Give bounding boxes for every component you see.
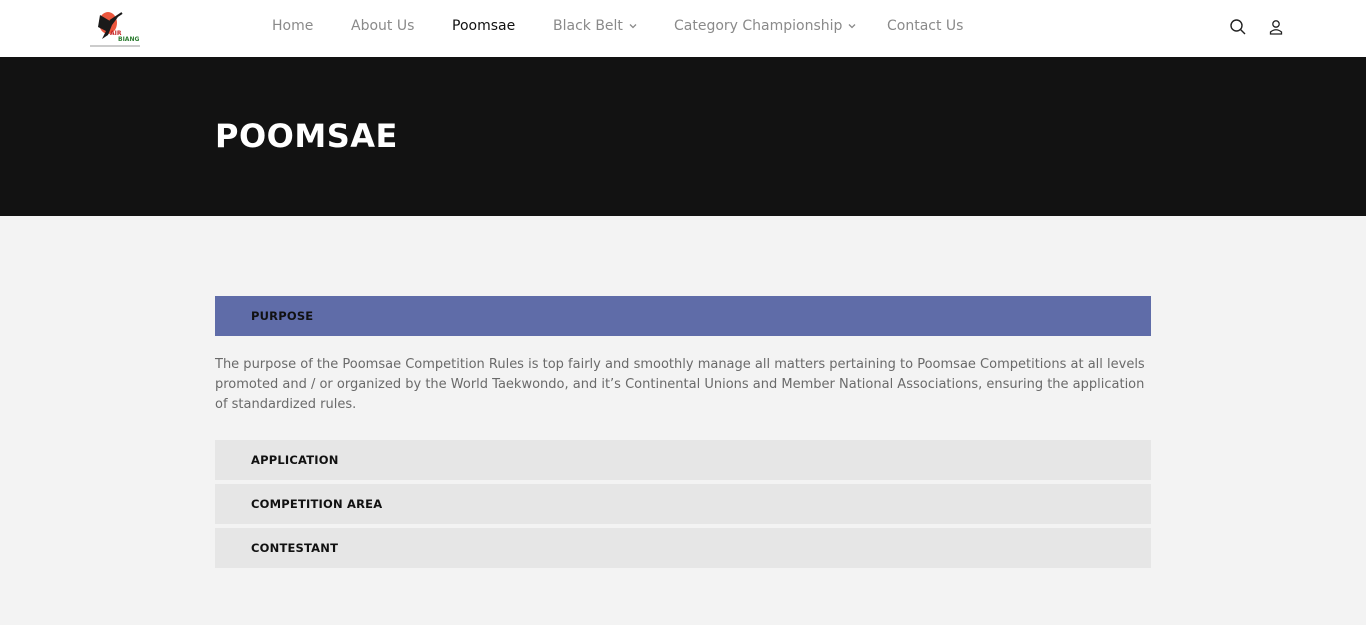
site-logo[interactable]: AIR BIANG — [88, 9, 142, 49]
user-icon[interactable] — [1267, 18, 1285, 36]
accordion-purpose-body: The purpose of the Poomsae Competition R… — [215, 357, 1145, 412]
nav-home-label: Home — [272, 18, 314, 34]
nav-poomsae[interactable]: Poomsae — [452, 18, 515, 34]
accordion-purpose-title: PURPOSE — [251, 309, 314, 323]
accordion-purpose[interactable]: PURPOSE — [215, 296, 1151, 336]
chevron-down-icon — [629, 24, 637, 29]
accordion-application-title: APPLICATION — [251, 453, 339, 467]
chevron-down-icon — [848, 24, 856, 29]
site-header: AIR BIANG Home About Us Poomsae Black Be… — [0, 0, 1366, 57]
nav-about-us-label: About Us — [351, 18, 415, 34]
nav-black-belt[interactable]: Black Belt — [553, 18, 637, 34]
nav-home[interactable]: Home — [272, 18, 313, 34]
accordion-competition-area[interactable]: COMPETITION AREA — [215, 484, 1151, 524]
svg-text:BIANG: BIANG — [118, 36, 139, 43]
page-hero: POOMSAE — [0, 57, 1366, 216]
accordion-competition-area-title: COMPETITION AREA — [251, 497, 383, 511]
search-icon[interactable] — [1229, 18, 1247, 36]
page-title: POOMSAE — [215, 117, 398, 155]
accordion-contestant[interactable]: CONTESTANT — [215, 528, 1151, 568]
nav-category-championship[interactable]: Category Championship — [674, 18, 856, 34]
nav-category-championship-label: Category Championship — [674, 18, 843, 34]
nav-black-belt-label: Black Belt — [553, 18, 623, 34]
nav-poomsae-label: Poomsae — [452, 18, 516, 34]
accordion-application[interactable]: APPLICATION — [215, 440, 1151, 480]
nav-about-us[interactable]: About Us — [351, 18, 414, 34]
accordion-contestant-title: CONTESTANT — [251, 541, 339, 555]
nav-contact-us-label: Contact Us — [887, 18, 964, 34]
nav-contact-us[interactable]: Contact Us — [887, 18, 963, 34]
